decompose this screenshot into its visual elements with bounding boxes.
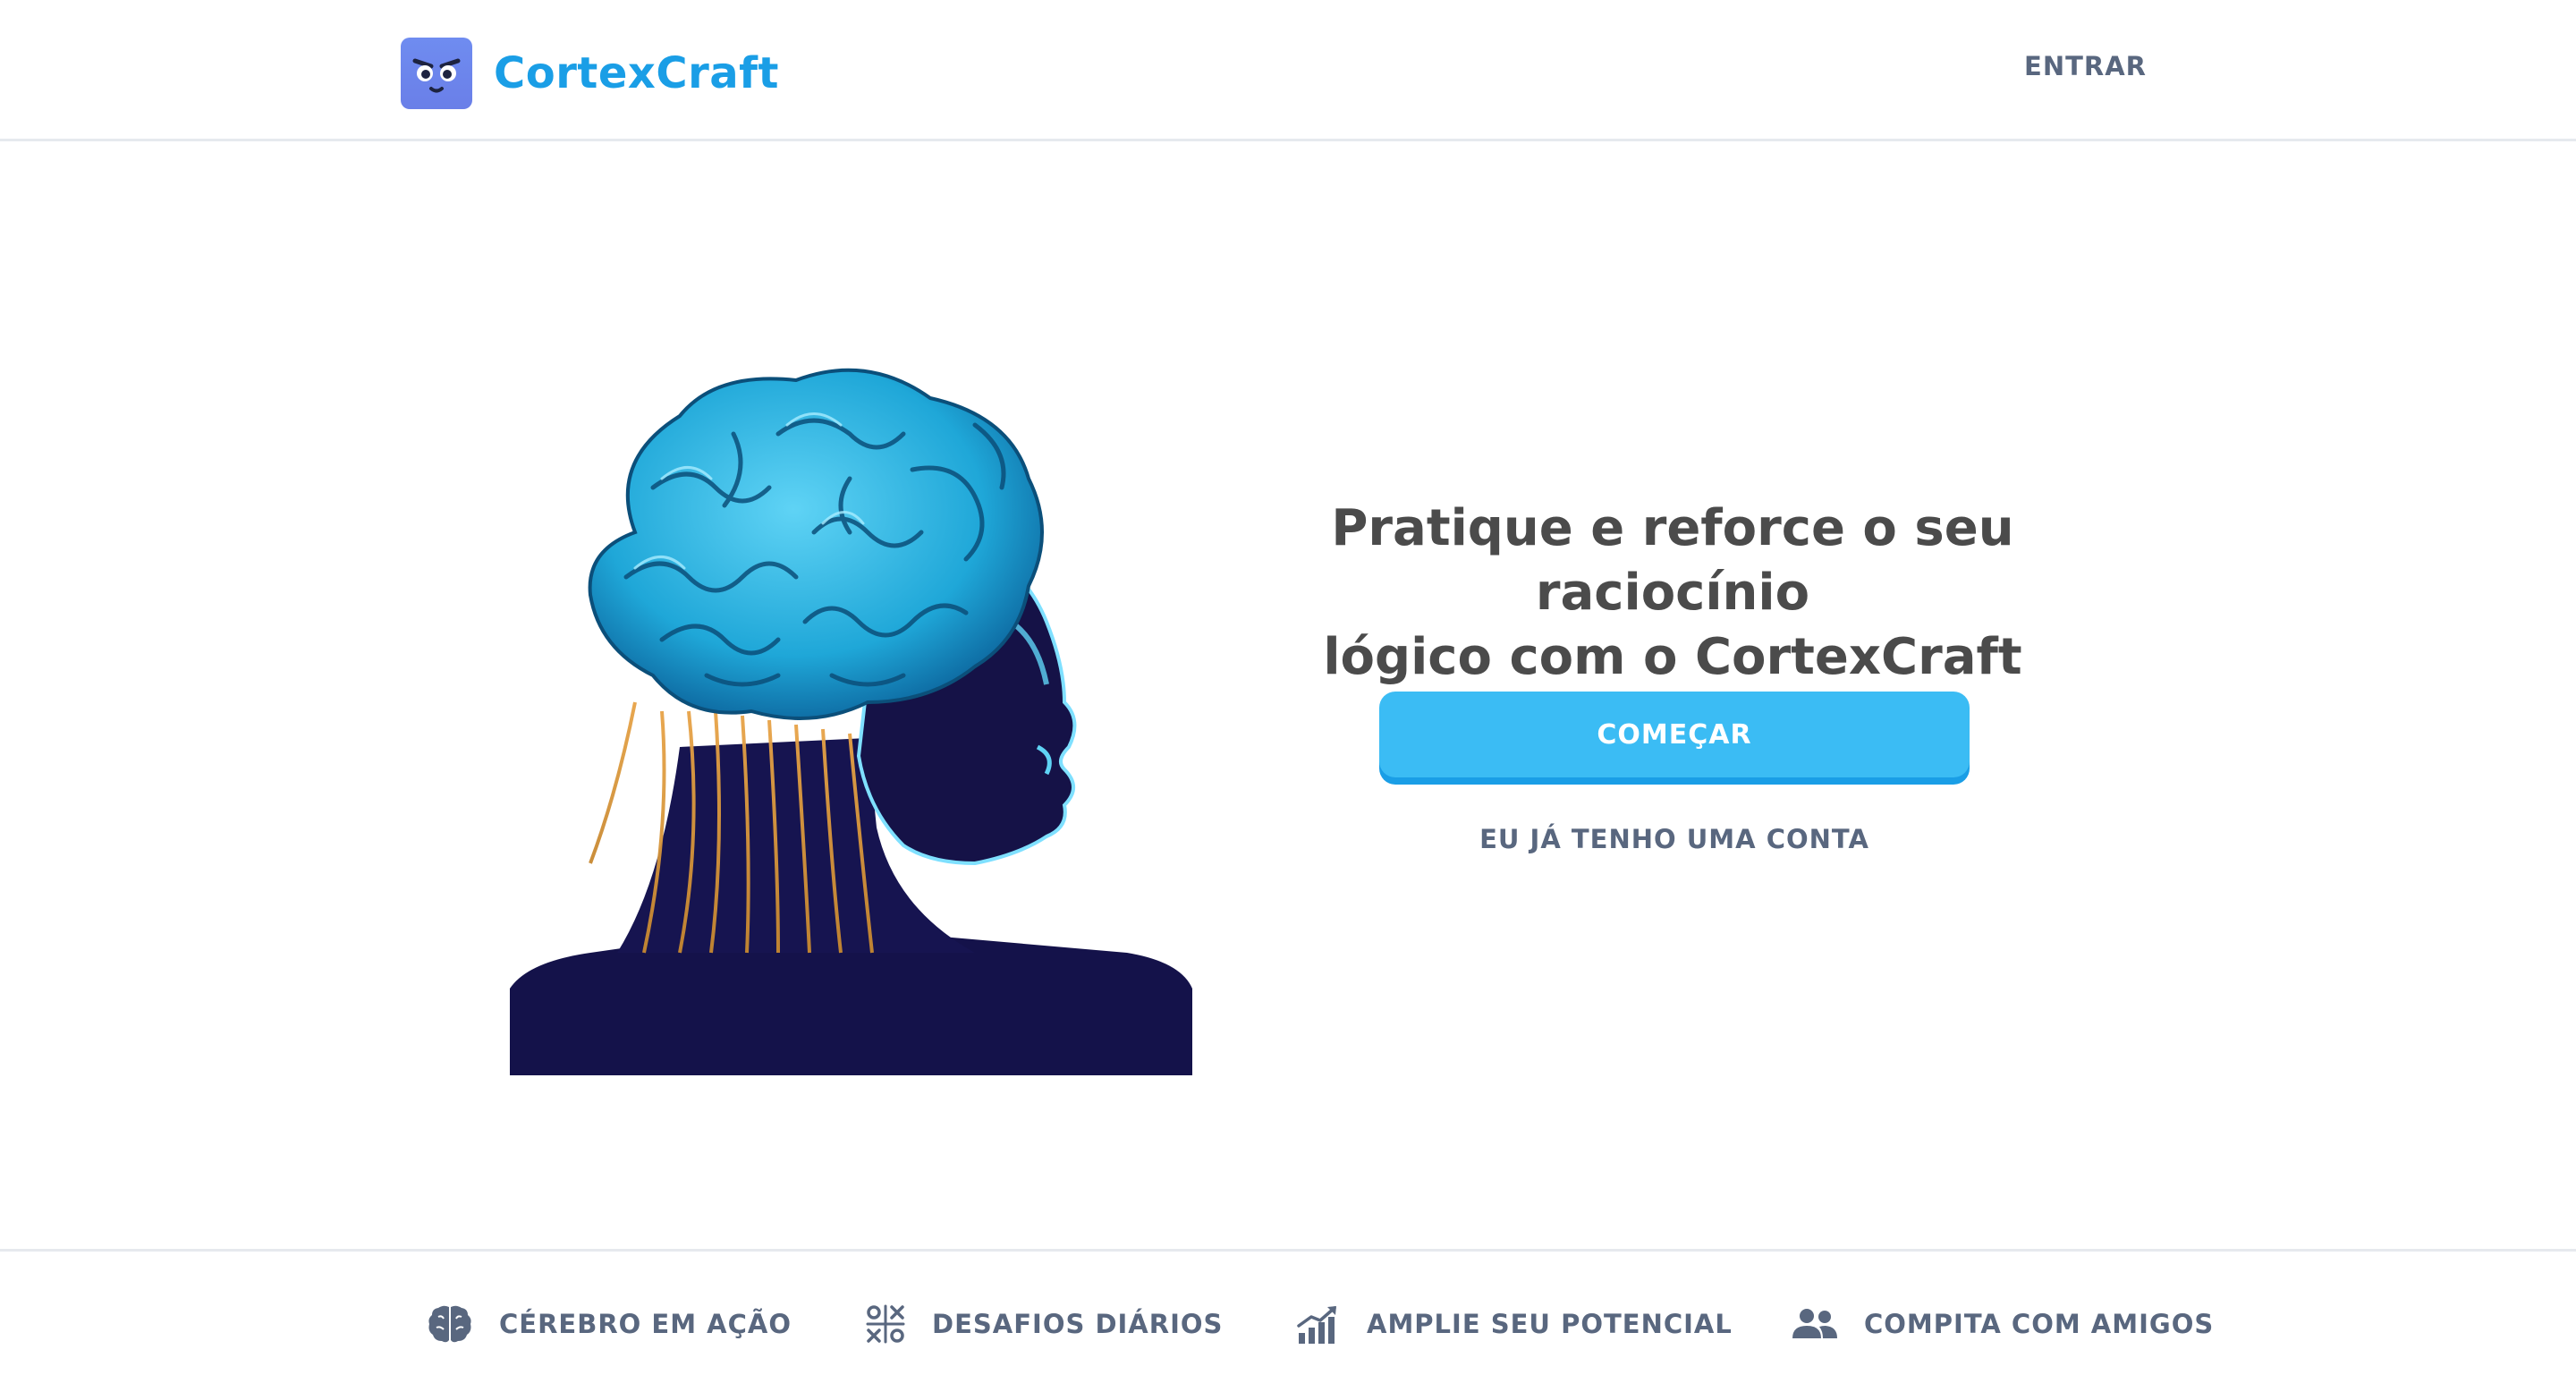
existing-account-link[interactable]: EU JÁ TENHO UMA CONTA [1379, 824, 1970, 854]
logo-icon [401, 38, 472, 109]
start-button[interactable]: COMEÇAR [1379, 692, 1970, 777]
tic-tac-toe-icon [866, 1304, 905, 1344]
features-bar: CÉREBRO EM AÇÃO DESAFIOS DIÁRIOS AMPLIE … [0, 1249, 2576, 1392]
feature-compete-with-friends: COMPITA COM AMIGOS [1792, 1302, 2214, 1346]
feature-brain-in-action: CÉREBRO EM AÇÃO [428, 1302, 792, 1346]
feature-label: AMPLIE SEU POTENCIAL [1367, 1309, 1733, 1339]
brand-name: CortexCraft [494, 48, 779, 98]
brain-icon [428, 1304, 472, 1344]
headline-line-1: Pratique e reforce o seu raciocínio [1331, 499, 2014, 622]
hero-headline-container: Pratique e reforce o seu raciocínio lógi… [1216, 497, 2129, 690]
feature-daily-challenges: DESAFIOS DIÁRIOS [866, 1302, 1223, 1346]
feature-label: CÉREBRO EM AÇÃO [499, 1309, 792, 1339]
hero-headline: Pratique e reforce o seu raciocínio lógi… [1216, 497, 2129, 690]
brand[interactable]: CortexCraft [401, 38, 779, 109]
feature-label: COMPITA COM AMIGOS [1864, 1309, 2215, 1339]
growth-chart-icon [1297, 1304, 1340, 1344]
feature-label: DESAFIOS DIÁRIOS [932, 1309, 1224, 1339]
top-navbar: CortexCraft ENTRAR [0, 0, 2576, 141]
feature-amplify-potential: AMPLIE SEU POTENCIAL [1297, 1302, 1733, 1346]
headline-line-2: lógico com o CortexCraft [1323, 628, 2022, 686]
login-link[interactable]: ENTRAR [2024, 51, 2147, 81]
users-icon [1792, 1308, 1837, 1340]
hero-illustration [510, 327, 1192, 1075]
